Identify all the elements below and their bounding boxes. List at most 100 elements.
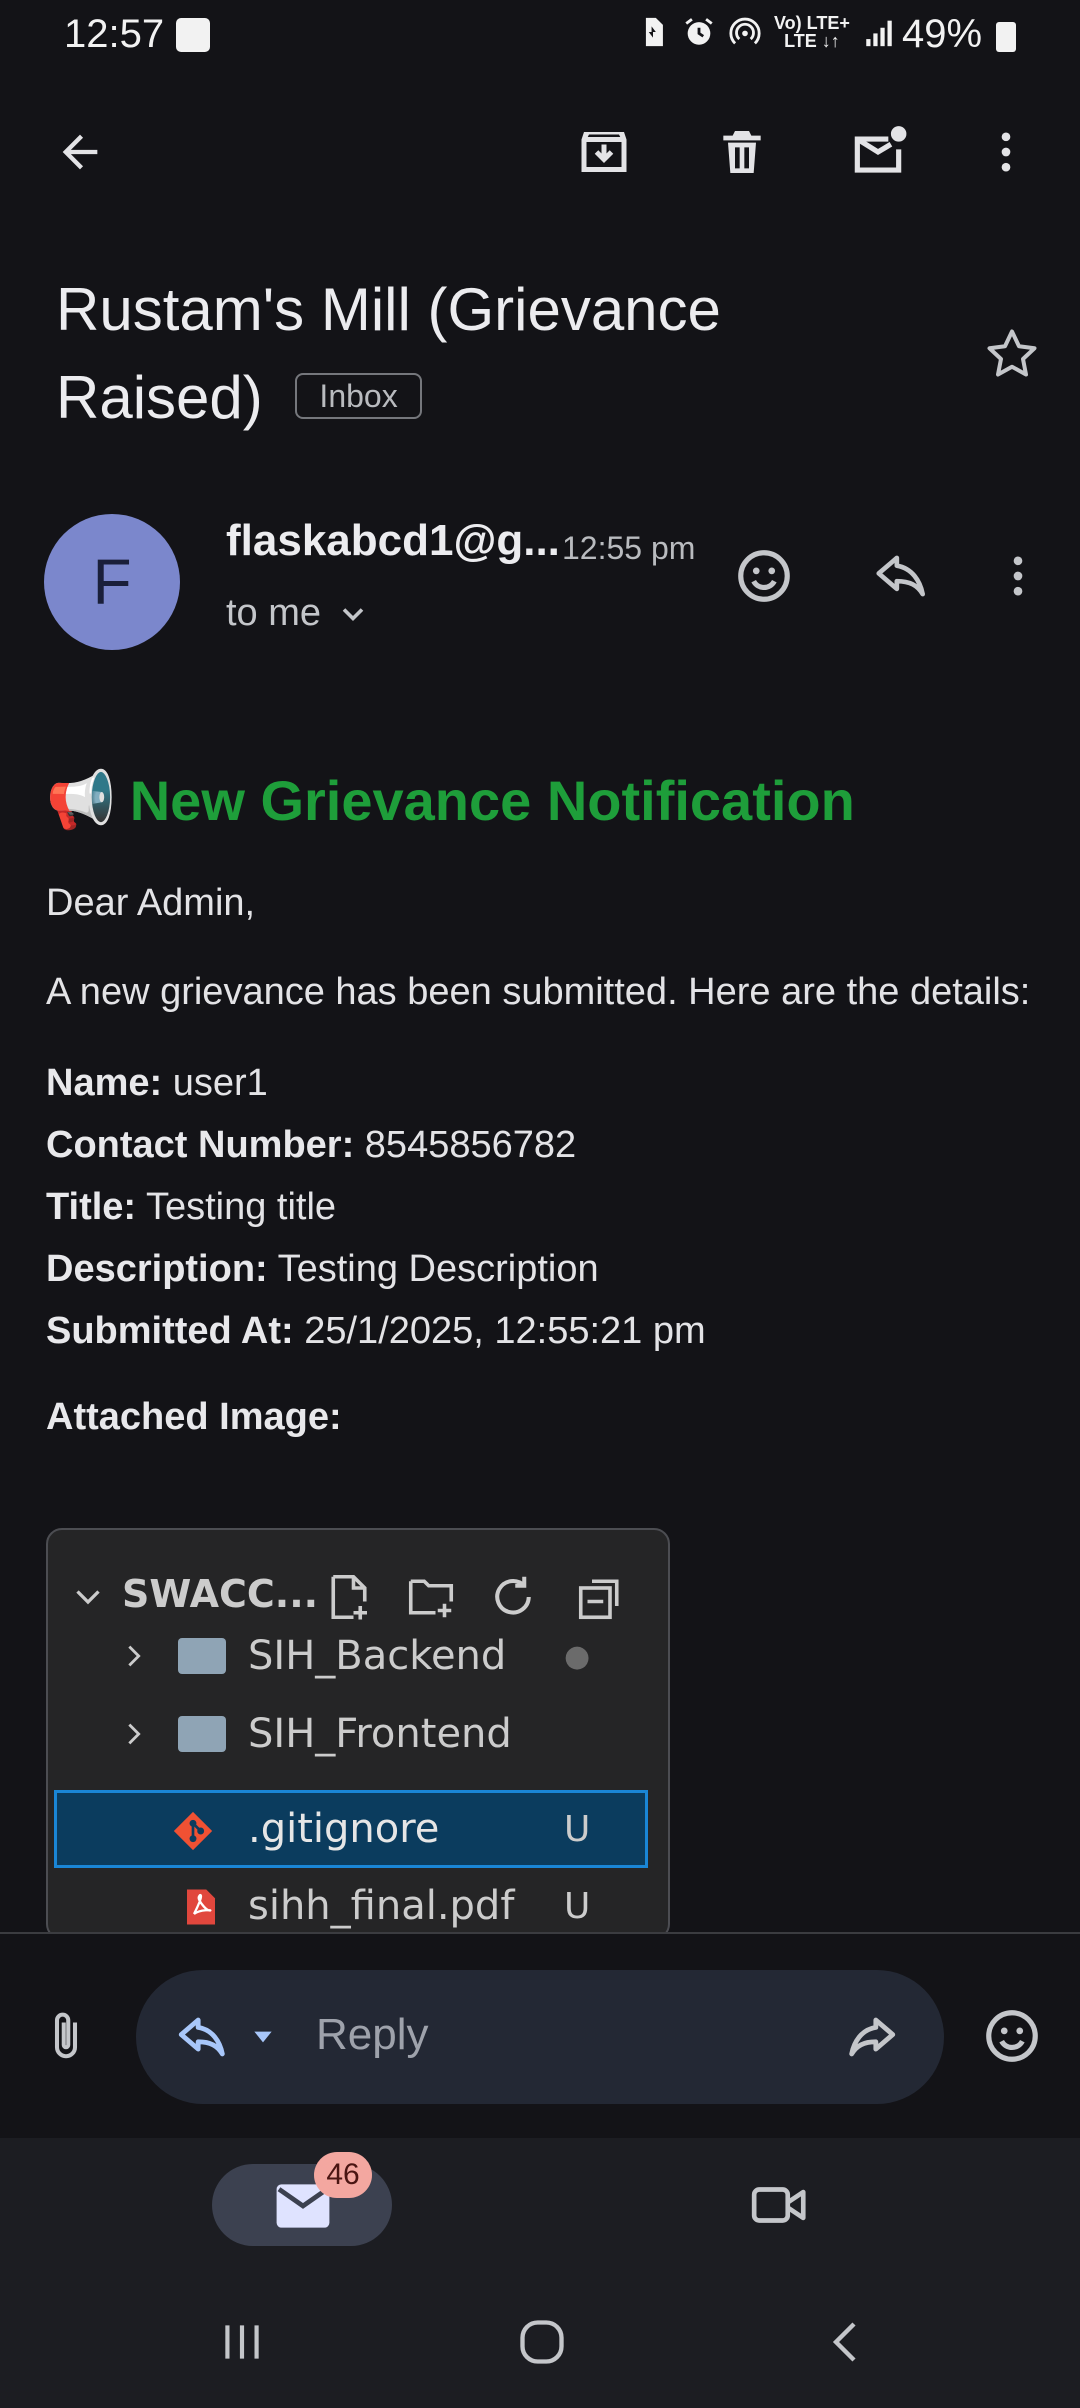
battery-icon (996, 22, 1016, 52)
image-notification-icon (176, 18, 210, 52)
chevron-right-icon (128, 1723, 141, 1745)
pdf-file-icon (187, 1889, 215, 1925)
reply-button[interactable] (860, 534, 944, 618)
attached-image-label: Attached Image: (46, 1396, 342, 1438)
megaphone-icon: 📢 (46, 768, 116, 831)
mark-unread-icon (854, 126, 907, 173)
tree-row-badge: U (564, 1885, 591, 1927)
detail-value[interactable]: 8545856782 (365, 1124, 576, 1166)
star-outline-icon (987, 329, 1037, 377)
unread-count-badge: 46 (314, 2152, 372, 2198)
tree-row-badge: U (564, 1808, 591, 1850)
dropdown-arrow-icon[interactable] (248, 2024, 278, 2050)
archive-button[interactable] (564, 112, 644, 192)
notification-heading: 📢 New Grievance Notification (46, 764, 1056, 836)
email-screen: 12:57 Vo) LTE+ LTE ↓↑ 49% Rustam's Mill … (0, 0, 1080, 2408)
system-back-icon (832, 2322, 856, 2362)
greeting-text: Dear Admin, (46, 882, 256, 924)
status-time: 12:57 (64, 12, 165, 56)
reply-placeholder[interactable]: Reply (316, 2010, 429, 2060)
recent-apps-button[interactable] (200, 2310, 284, 2374)
paperclip-icon (54, 2012, 78, 2059)
chevron-down-icon (342, 607, 364, 621)
tree-row-sih-frontend[interactable]: SIH_Frontend (48, 1696, 668, 1772)
tree-row-label: SIH_Backend (248, 1633, 507, 1679)
trash-icon (723, 131, 761, 173)
collapse-all-icon (578, 1579, 619, 1620)
sent-time: 12:55 pm (562, 530, 696, 566)
battery-percent: 49% (902, 12, 983, 56)
git-icon (173, 1811, 213, 1851)
more-vert-icon (1013, 556, 1023, 596)
reply-bar: Reply (0, 1934, 1080, 2138)
hotspot-icon (729, 17, 761, 45)
detail-label: Contact Number: (46, 1124, 355, 1166)
recipients-text: to me (226, 592, 322, 634)
more-vert-icon (1001, 132, 1011, 172)
chevron-right-icon (128, 1645, 141, 1667)
back-button[interactable] (40, 112, 120, 192)
tree-row-label: SIH_Frontend (248, 1711, 512, 1757)
alarm-icon (685, 18, 713, 45)
archive-icon (581, 132, 627, 172)
refresh-icon (495, 1576, 531, 1615)
react-emoji-button[interactable] (722, 534, 806, 618)
reply-composer[interactable]: Reply (136, 1970, 944, 2104)
status-icons: Vo) LTE+ LTE ↓↑ (636, 14, 896, 50)
new-folder-icon (408, 1579, 454, 1618)
emoji-icon (986, 2010, 1038, 2062)
detail-description: Description: Testing Description (46, 1238, 1056, 1300)
detail-contact: Contact Number: 8545856782 (46, 1114, 1056, 1176)
status-bar: 12:57 Vo) LTE+ LTE ↓↑ 49% (0, 0, 1080, 72)
signal-icon (866, 20, 892, 47)
email-body: 📢 New Grievance Notification Dear Admin,… (46, 764, 1056, 1439)
tree-row-pdf[interactable]: sihh_final.pdf U (48, 1868, 668, 1938)
attached-image[interactable]: SWACC... SIH_Backend ● SIH_Frontend .git… (46, 1528, 670, 1940)
back-arrow-icon (62, 134, 98, 170)
tree-row-gitignore[interactable]: .gitignore U (54, 1790, 648, 1868)
detail-value: 25/1/2025, 12:55:21 pm (304, 1310, 706, 1352)
bottom-navigation: 46 (0, 2138, 1080, 2408)
mark-unread-button[interactable] (838, 112, 918, 192)
attach-button[interactable] (28, 1998, 104, 2074)
sender-name[interactable]: flaskabcd1@g... (226, 516, 560, 566)
detail-value: user1 (172, 1062, 268, 1104)
folder-icon (178, 1716, 226, 1752)
delete-button[interactable] (702, 112, 782, 192)
more-options-button[interactable] (966, 112, 1046, 192)
inbox-label-chip[interactable]: Inbox (295, 373, 422, 420)
home-button[interactable] (500, 2310, 584, 2374)
reply-mode-icon[interactable] (172, 2008, 234, 2066)
message-more-button[interactable] (978, 534, 1058, 618)
detail-label: Title: (46, 1186, 137, 1228)
reply-emoji-button[interactable] (972, 1996, 1052, 2076)
new-file-icon (331, 1574, 367, 1620)
sender-avatar[interactable]: F (44, 514, 180, 650)
tree-row-label: .gitignore (248, 1806, 440, 1852)
tree-row-badge: ● (564, 1638, 591, 1674)
detail-value: Testing Description (277, 1248, 599, 1290)
network-type: Vo) LTE+ LTE ↓↑ (774, 14, 850, 50)
recipients-toggle[interactable]: to me (226, 592, 371, 635)
detail-name: Name: user1 (46, 1052, 1056, 1114)
home-icon (520, 2320, 564, 2364)
network-label-top: Vo) LTE+ (774, 13, 850, 33)
heading-text: New Grievance Notification (129, 768, 855, 832)
tree-row-sih-backend[interactable]: SIH_Backend ● (48, 1618, 668, 1694)
system-back-button[interactable] (804, 2310, 888, 2374)
detail-label: Name: (46, 1062, 163, 1104)
recents-icon (225, 2325, 259, 2359)
detail-submitted-at: Submitted At: 25/1/2025, 12:55:21 pm (46, 1300, 1056, 1362)
sim-icon (645, 17, 663, 47)
collapse-chevron-icon (76, 1590, 100, 1605)
email-subject: Rustam's Mill (Grievance Raised) Inbox (56, 266, 936, 442)
tab-meet[interactable] (736, 2164, 824, 2246)
tree-row-label: sihh_final.pdf (248, 1883, 515, 1929)
detail-label: Submitted At: (46, 1310, 294, 1352)
detail-value: Testing title (145, 1186, 337, 1228)
detail-title: Title: Testing title (46, 1176, 1056, 1238)
forward-icon[interactable] (840, 2008, 902, 2066)
star-button[interactable] (970, 312, 1054, 396)
intro-text: A new grievance has been submitted. Here… (46, 971, 1031, 1013)
reply-icon (876, 555, 925, 597)
